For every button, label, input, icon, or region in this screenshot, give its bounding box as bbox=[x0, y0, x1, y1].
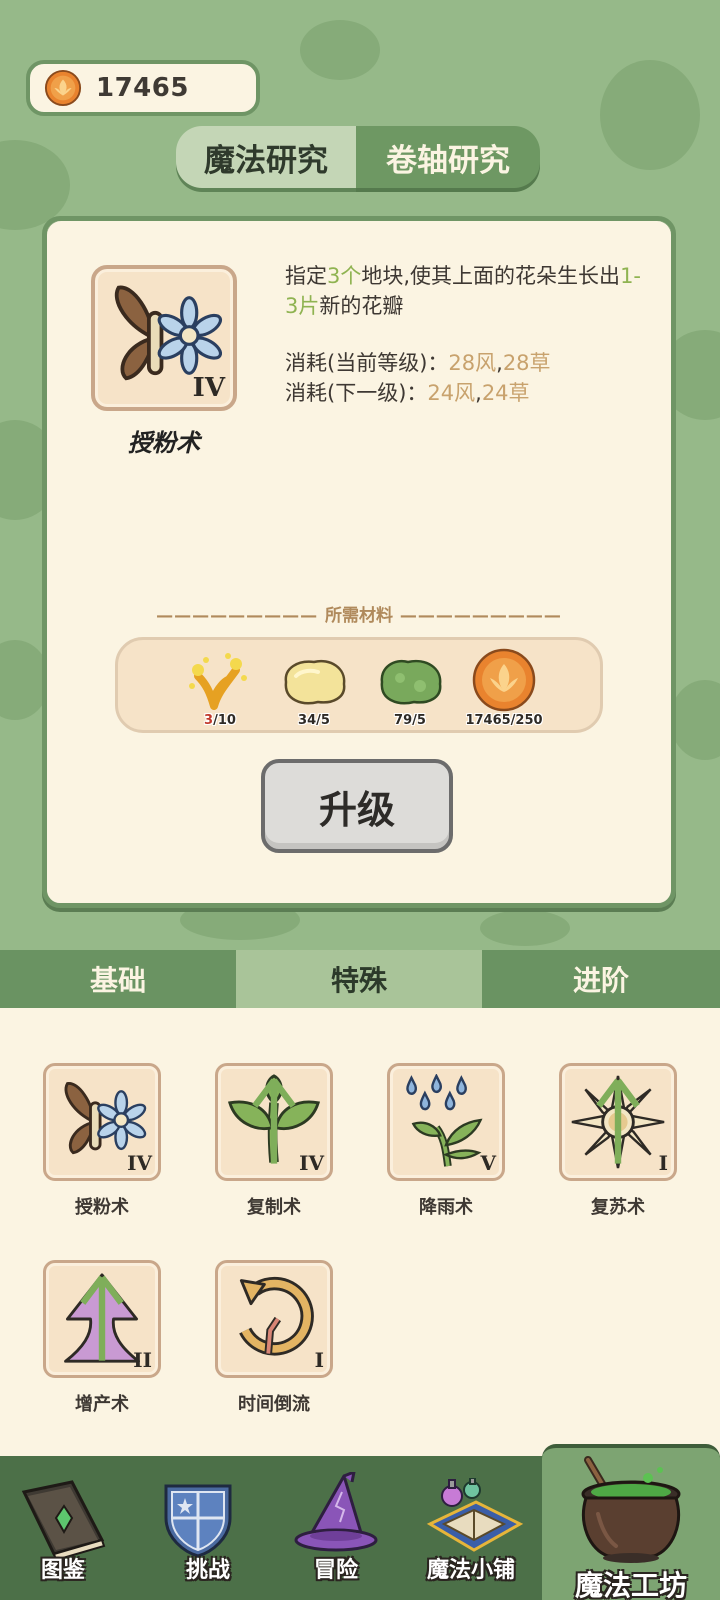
nav-magic-shop[interactable]: 魔法小铺 bbox=[412, 1456, 530, 1600]
nav-magic-workshop[interactable]: 魔法工坊 bbox=[542, 1444, 720, 1600]
spell-level-badge: IV bbox=[192, 373, 225, 403]
spell-label: 降雨术 bbox=[419, 1197, 473, 1218]
pollen-icon bbox=[189, 653, 247, 710]
upgrade-button[interactable]: 升级 bbox=[261, 759, 453, 853]
currency-counter: 17465 bbox=[26, 60, 260, 116]
nav-label: 冒险 bbox=[313, 1558, 358, 1583]
nav-challenge[interactable]: 挑战 bbox=[150, 1456, 266, 1600]
nav-adventure[interactable]: 冒险 bbox=[288, 1456, 384, 1600]
spell-label: 授粉术 bbox=[75, 1197, 129, 1218]
spell-level-badge: I bbox=[314, 1348, 324, 1372]
tab-advanced[interactable]: 进阶 bbox=[482, 950, 720, 1008]
spell-tile-duplicate[interactable]: IV 复制术 bbox=[215, 1063, 333, 1219]
nav-label: 魔法工坊 bbox=[574, 1569, 687, 1600]
spell-description: 指定3个地块,使其上面的花朵生长出1-3片新的花瓣 bbox=[285, 264, 642, 318]
green-slime-icon bbox=[380, 659, 442, 705]
cauldron-icon bbox=[581, 1456, 681, 1563]
material-coin[interactable]: 17465/250 bbox=[458, 648, 550, 728]
coin-icon bbox=[44, 69, 82, 107]
shop-icon bbox=[426, 1478, 524, 1552]
spell-level-badge: II bbox=[133, 1348, 152, 1372]
spell-level-badge: I bbox=[658, 1151, 668, 1175]
materials-panel: 3/10 34/5 79/5 17465/250 bbox=[115, 637, 603, 733]
nav-encyclopedia[interactable]: 图鉴 bbox=[0, 1456, 126, 1600]
cost-current: 消耗(当前等级)：28风,28草 bbox=[285, 351, 551, 375]
tab-magic-research[interactable]: 魔法研究 bbox=[176, 126, 356, 188]
spell-label: 复苏术 bbox=[591, 1197, 645, 1218]
spell-tile-yield[interactable]: II 增产术 bbox=[43, 1260, 161, 1416]
yellow-slime-icon bbox=[284, 659, 346, 705]
material-coin-count: 17465/250 bbox=[465, 713, 543, 728]
tab-scroll-research[interactable]: 卷轴研究 bbox=[356, 126, 540, 188]
selected-spell-name: 授粉术 bbox=[128, 428, 200, 457]
spell-tile-rain[interactable]: V 降雨术 bbox=[387, 1063, 505, 1219]
rewind-icon bbox=[239, 1276, 314, 1356]
nav-label: 挑战 bbox=[185, 1558, 230, 1583]
wizard-hat-icon bbox=[294, 1472, 378, 1552]
spell-tile-pollination[interactable]: IV 授粉术 bbox=[43, 1063, 161, 1219]
upgrade-arrow-icon bbox=[596, 1078, 640, 1164]
material-pollen-count: 3/10 bbox=[204, 713, 236, 728]
tab-basic[interactable]: 基础 bbox=[0, 950, 236, 1008]
shield-icon bbox=[164, 1484, 232, 1558]
coin-icon bbox=[472, 648, 536, 712]
spell-detail-card: IV 授粉术 指定3个地块,使其上面的花朵生长出1-3片新的花瓣 消耗(当前等级… bbox=[42, 216, 676, 908]
spell-tile-time-rewind[interactable]: I 时间倒流 bbox=[215, 1260, 333, 1416]
material-yellow-slime[interactable]: 34/5 bbox=[268, 648, 360, 728]
selected-spell-icon-frame: IV bbox=[91, 265, 237, 411]
spell-label: 复制术 bbox=[247, 1197, 301, 1218]
spell-level-badge: V bbox=[480, 1151, 496, 1175]
material-green-slime[interactable]: 79/5 bbox=[364, 648, 456, 728]
spell-level-badge: IV bbox=[127, 1151, 152, 1175]
nav-label: 魔法小铺 bbox=[426, 1558, 515, 1583]
spell-level-badge: IV bbox=[299, 1151, 324, 1175]
category-tabs: 基础 特殊 进阶 bbox=[0, 950, 720, 1008]
spell-grid: IV 授粉术 IV 复制术 V 降雨术 I 复苏术 II 增产术 I 时间倒流 bbox=[0, 1008, 720, 1456]
research-tabs: 魔法研究 卷轴研究 bbox=[176, 126, 540, 188]
material-pollen[interactable]: 3/10 bbox=[174, 648, 266, 728]
material-yellow-slime-count: 34/5 bbox=[298, 713, 330, 728]
materials-header: ————————— 所需材料 ————————— bbox=[156, 606, 562, 626]
nav-label: 图鉴 bbox=[40, 1558, 85, 1583]
spell-tile-revive[interactable]: I 复苏术 bbox=[559, 1063, 677, 1219]
tab-special[interactable]: 特殊 bbox=[236, 950, 482, 1008]
material-green-slime-count: 79/5 bbox=[394, 713, 426, 728]
bottom-navigation: 图鉴 挑战 冒险 魔法小铺 魔法工坊 bbox=[0, 1444, 720, 1600]
cost-next: 消耗(下一级)：24风,24草 bbox=[285, 381, 530, 405]
currency-amount: 17465 bbox=[96, 73, 189, 103]
spell-label: 时间倒流 bbox=[238, 1394, 310, 1415]
spell-label: 增产术 bbox=[75, 1394, 129, 1415]
book-icon bbox=[21, 1480, 106, 1562]
